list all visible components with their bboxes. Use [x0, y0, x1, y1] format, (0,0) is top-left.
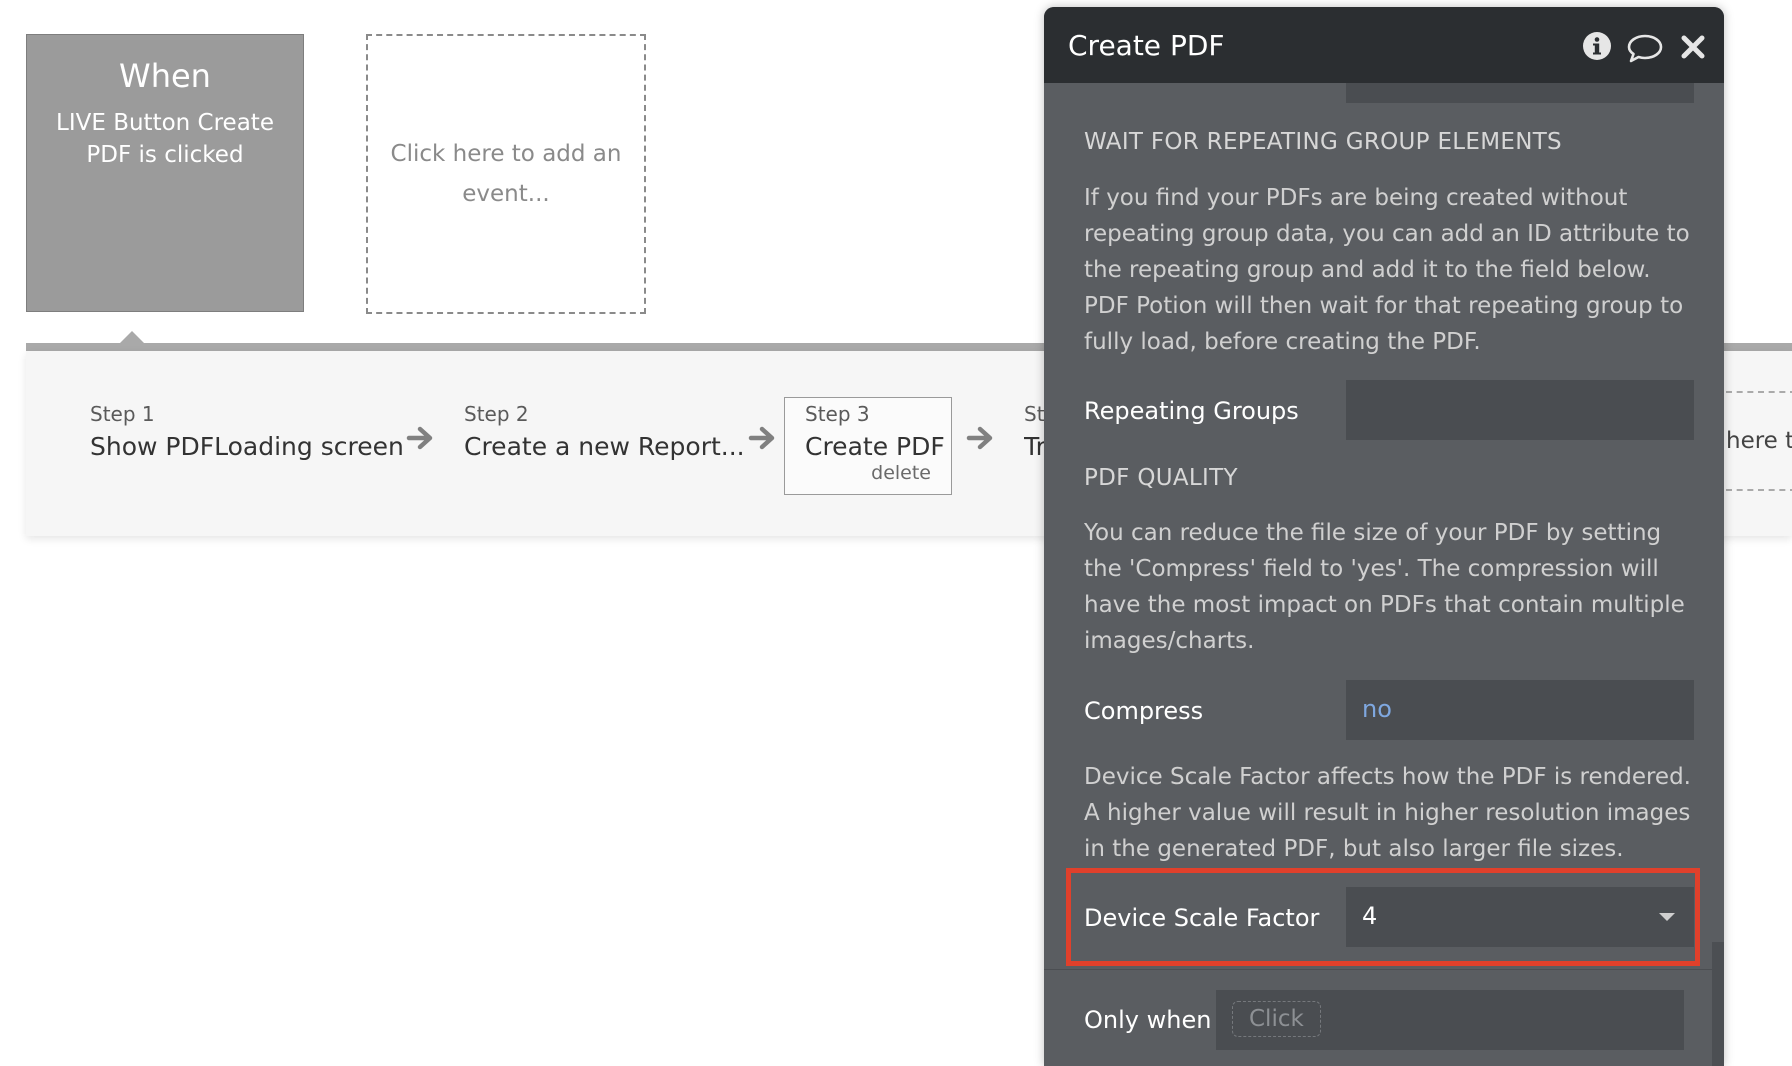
wait-section-text: If you find your PDFs are being created … — [1084, 185, 1690, 355]
arrow-right-icon — [748, 426, 775, 450]
chevron-down-icon — [1659, 913, 1675, 921]
field-stub — [1346, 83, 1694, 103]
rail-notch — [118, 331, 146, 345]
step-number: Step 1 — [90, 402, 155, 426]
arrow-right-icon — [406, 426, 433, 450]
compress-value: no — [1362, 695, 1392, 723]
add-step-placeholder[interactable]: here to — [1726, 391, 1792, 491]
step-label: Show PDFLoading screen — [90, 432, 404, 461]
close-icon[interactable] — [1680, 34, 1706, 60]
device-scale-factor-label: Device Scale Factor — [1084, 904, 1320, 932]
add-event-label: Click here to add an event... — [390, 141, 622, 207]
panel-header: Create PDF — [1044, 7, 1724, 83]
step-number: Step 2 — [464, 402, 529, 426]
panel-divider — [1044, 969, 1724, 970]
step-1[interactable]: Step 1 Show PDFLoading screen — [90, 402, 404, 461]
repeating-groups-input[interactable] — [1346, 380, 1694, 440]
device-scale-factor-dropdown[interactable]: 4 — [1346, 887, 1694, 947]
event-trigger-card[interactable]: When LIVE Button Create PDF is clicked — [26, 34, 304, 312]
wait-section-title: WAIT FOR REPEATING GROUP ELEMENTS — [1084, 129, 1562, 155]
quality-section-text: You can reduce the file size of your PDF… — [1084, 520, 1685, 654]
arrow-right-icon — [966, 426, 993, 450]
only-when-label: Only when — [1084, 1006, 1212, 1034]
comment-icon[interactable] — [1626, 33, 1664, 63]
delete-step-link[interactable]: delete — [871, 462, 931, 484]
only-when-placeholder[interactable]: Click — [1232, 1001, 1321, 1037]
panel-scrollbar[interactable] — [1712, 942, 1724, 1066]
step-2[interactable]: Step 2 Create a new Report... — [464, 402, 745, 461]
device-scale-factor-value: 4 — [1362, 902, 1378, 930]
info-icon[interactable] — [1582, 31, 1612, 61]
event-trigger-description: LIVE Button Create PDF is clicked — [56, 110, 274, 168]
compress-input[interactable]: no — [1346, 680, 1694, 740]
step-3-selected[interactable]: Step 3 Create PDF delete — [784, 397, 952, 495]
step-label: Create PDF — [805, 432, 945, 461]
event-trigger-title: When — [119, 57, 211, 95]
create-pdf-panel: Create PDF WAIT FOR REPEATING GROUP ELEM… — [1044, 7, 1724, 1066]
add-step-label: here to — [1726, 428, 1792, 454]
compress-label: Compress — [1084, 697, 1204, 725]
add-event-placeholder[interactable]: Click here to add an event... — [366, 34, 646, 314]
repeating-groups-label: Repeating Groups — [1084, 397, 1299, 425]
step-label: Create a new Report... — [464, 432, 745, 461]
step-number: Step 3 — [805, 402, 870, 426]
scale-section-text: Device Scale Factor affects how the PDF … — [1084, 764, 1691, 862]
quality-section-title: PDF QUALITY — [1084, 465, 1238, 491]
only-when-input[interactable]: Click — [1216, 990, 1684, 1050]
panel-title: Create PDF — [1068, 29, 1225, 62]
